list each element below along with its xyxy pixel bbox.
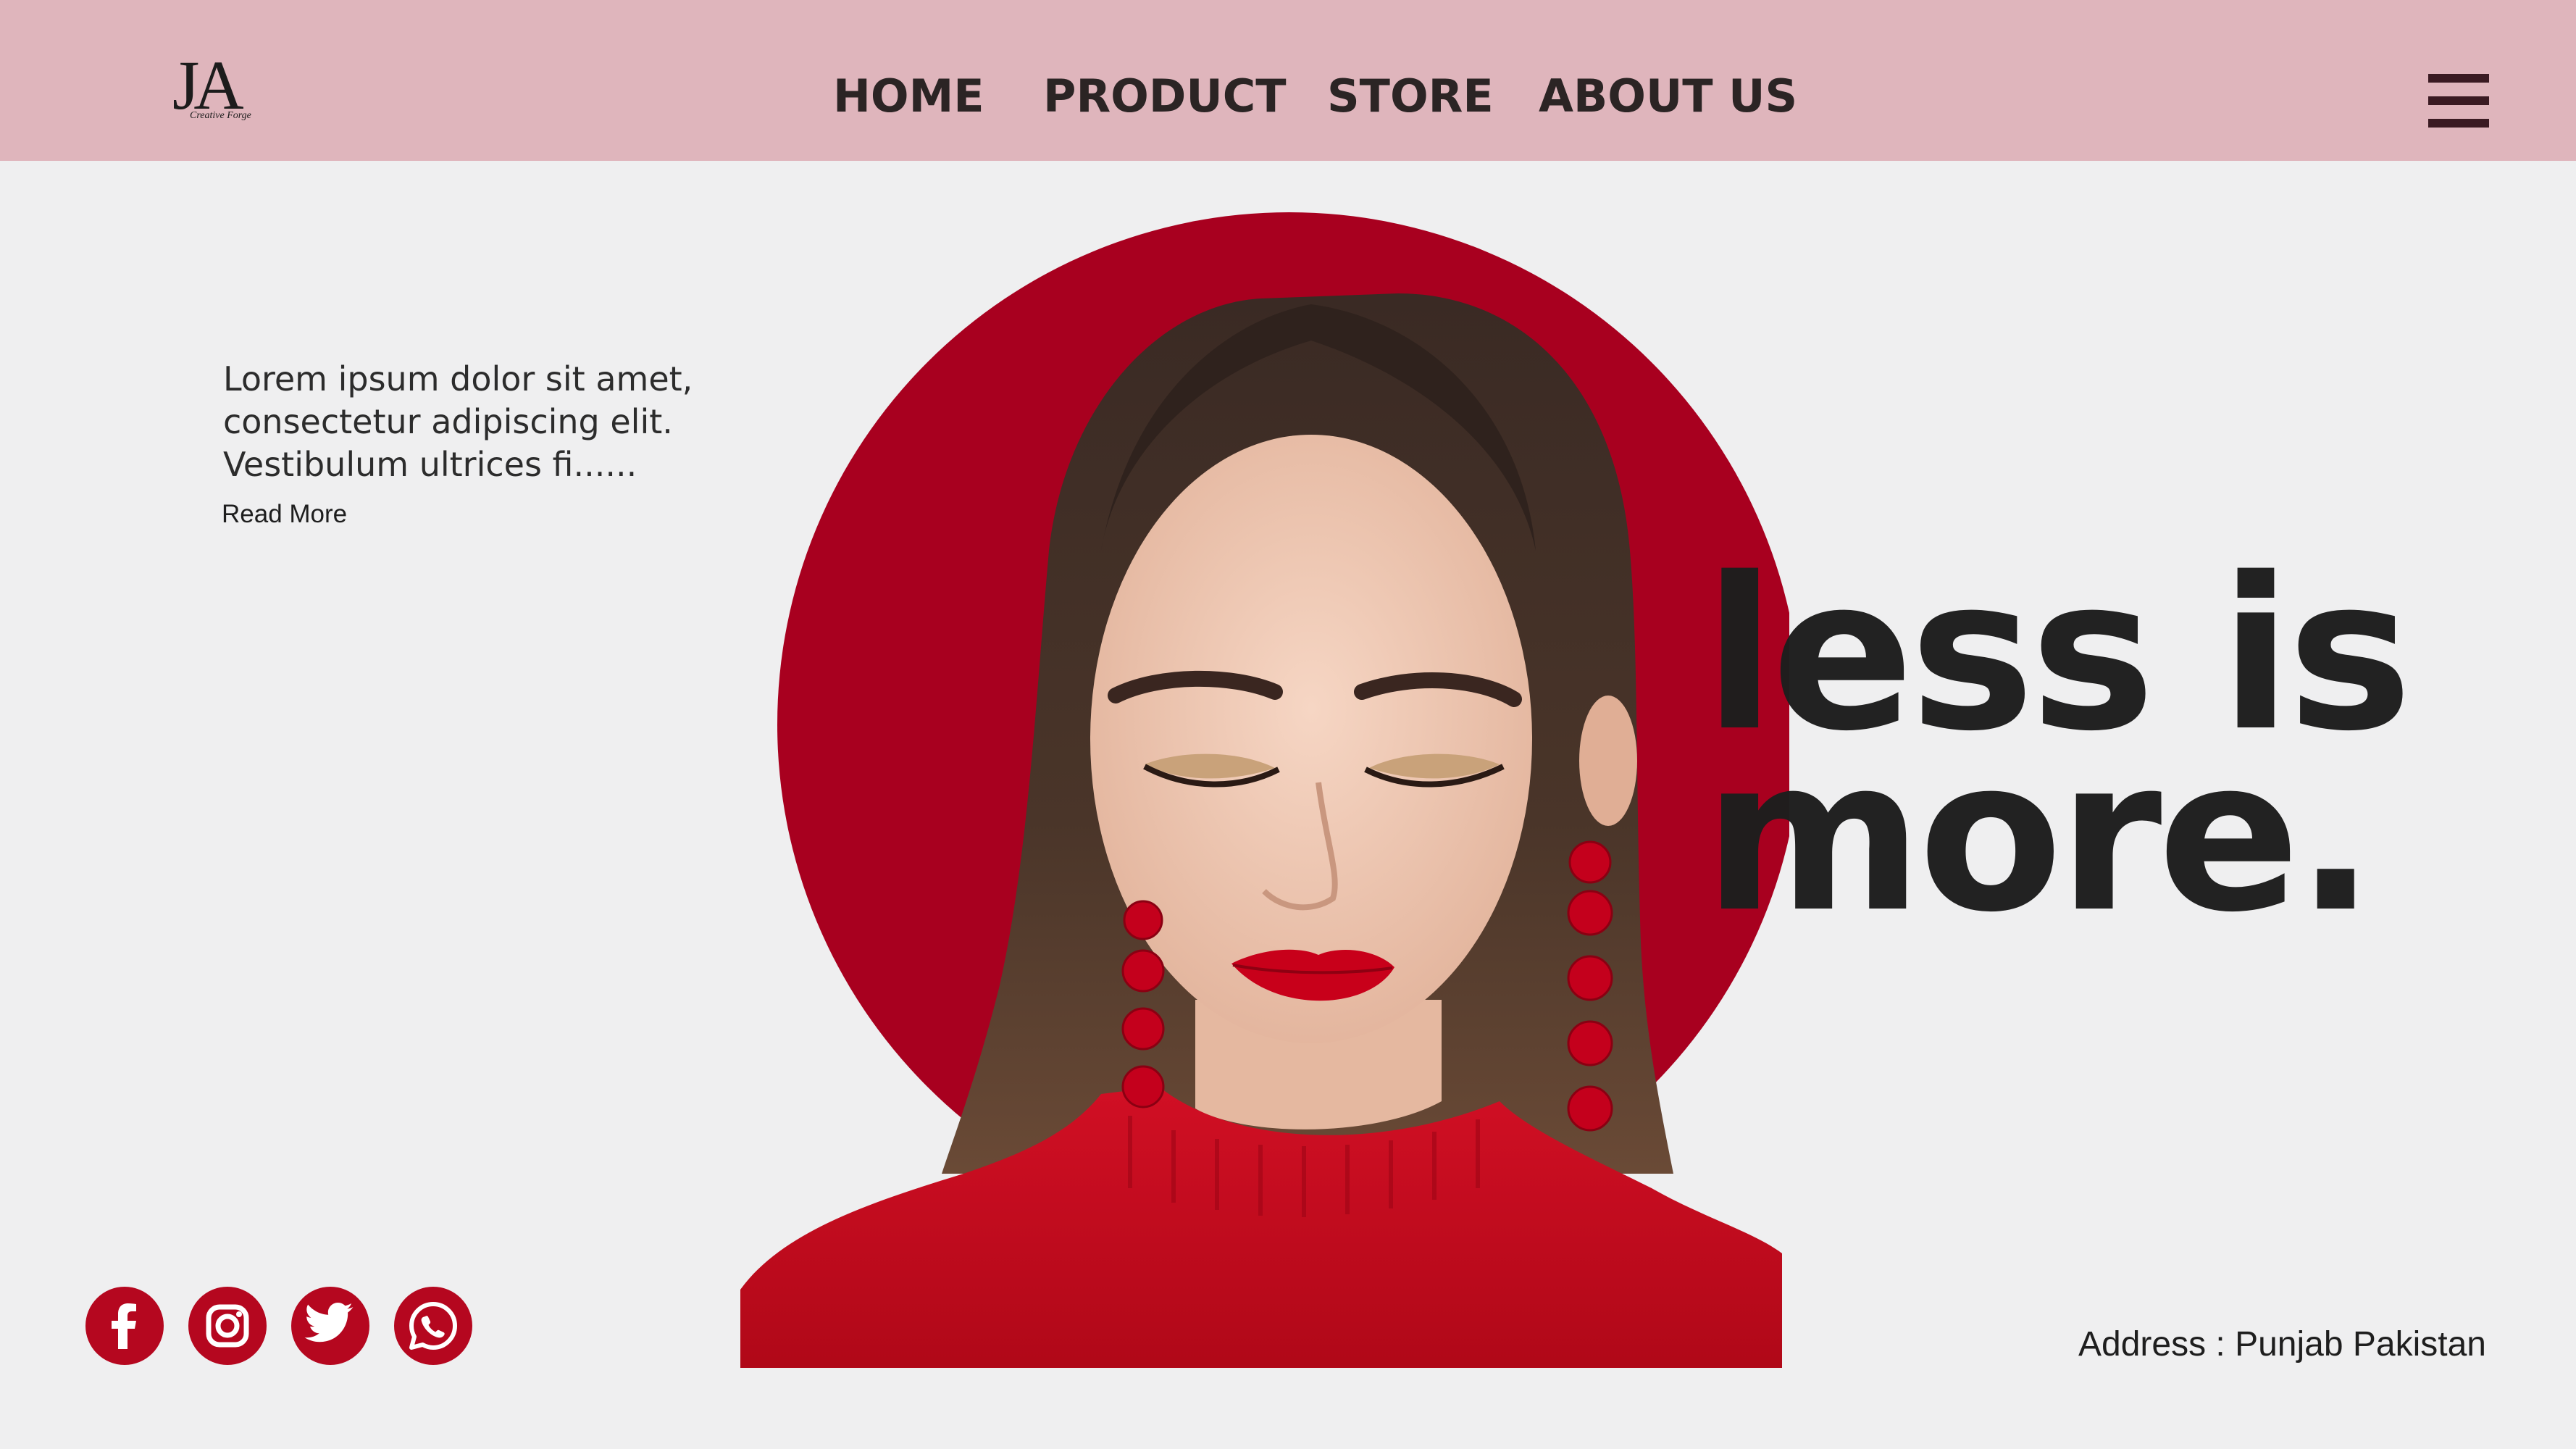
read-more-link[interactable]: Read More [222, 500, 347, 529]
intro-line: Vestibulum ultrices fi...... [223, 445, 637, 484]
whatsapp-icon[interactable] [394, 1287, 472, 1365]
main-nav: HOME PRODUCT STORE ABOUT US [0, 70, 2576, 128]
headline-line-2: more. [1704, 714, 2375, 959]
header-bar: JA Creative Forge HOME PRODUCT STORE ABO… [0, 0, 2576, 161]
hamburger-menu-icon[interactable] [2428, 74, 2489, 128]
nav-home[interactable]: HOME [833, 70, 984, 122]
hero-headline: less is more. [1704, 551, 2573, 959]
nav-about-us[interactable]: ABOUT US [1539, 70, 1797, 122]
nav-product[interactable]: PRODUCT [1043, 70, 1287, 122]
hero-portrait-image [740, 212, 1789, 1368]
address-text: Address : Punjab Pakistan [2078, 1325, 2486, 1364]
intro-line: Lorem ipsum dolor sit amet, [223, 359, 693, 398]
instagram-icon[interactable] [188, 1287, 267, 1365]
intro-line: consectetur adipiscing elit. [223, 402, 673, 441]
intro-text: Lorem ipsum dolor sit amet, consectetur … [223, 358, 745, 486]
twitter-icon[interactable] [291, 1287, 369, 1365]
nav-store[interactable]: STORE [1327, 70, 1494, 122]
facebook-icon[interactable] [85, 1287, 164, 1365]
